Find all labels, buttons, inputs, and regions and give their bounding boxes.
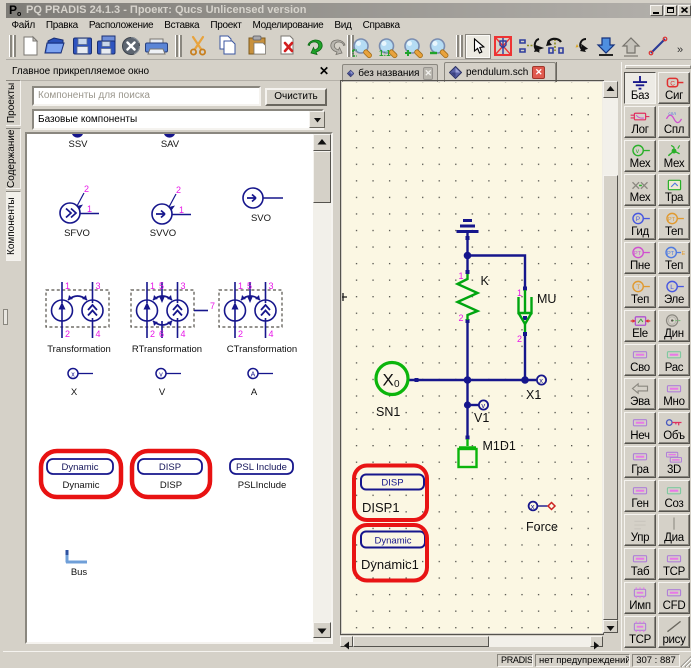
svg-text:5: 5 <box>159 281 164 291</box>
svg-text:4: 4 <box>269 329 274 339</box>
svg-text:X1: X1 <box>526 388 541 402</box>
svg-text:2: 2 <box>65 329 70 339</box>
svg-text:7: 7 <box>210 301 215 311</box>
svg-text:DISP: DISP <box>160 480 182 491</box>
svg-text:1: 1 <box>87 204 92 214</box>
svg-text:DISP: DISP <box>159 462 181 473</box>
svg-text:SVO: SVO <box>251 213 271 224</box>
svg-text:x: x <box>539 376 543 385</box>
svg-text:Force: Force <box>526 520 558 534</box>
svg-text:PSLInclude: PSLInclude <box>238 480 287 491</box>
svg-text:4: 4 <box>181 329 186 339</box>
svg-text:»: » <box>677 44 683 56</box>
svg-text:1: 1 <box>459 271 464 281</box>
svg-text:1: 1 <box>150 281 155 291</box>
svg-text:SSV: SSV <box>68 139 88 150</box>
svg-text:v: v <box>481 401 485 410</box>
svg-text:RTransformation: RTransformation <box>132 344 202 355</box>
svg-text:X: X <box>71 387 78 398</box>
svg-text:A: A <box>251 387 258 398</box>
svg-text:DISP: DISP <box>381 478 403 489</box>
svg-text:6: 6 <box>159 329 164 339</box>
svg-text:MU: MU <box>537 292 556 306</box>
svg-text:3: 3 <box>96 281 101 291</box>
svg-text:A: A <box>251 371 256 378</box>
svg-text:SFVO: SFVO <box>64 228 90 239</box>
svg-text:SN1: SN1 <box>376 405 400 419</box>
svg-text:2: 2 <box>517 334 522 344</box>
svg-text:1: 1 <box>517 288 522 298</box>
svg-text:X: X <box>383 371 394 390</box>
svg-text:Transformation: Transformation <box>47 344 111 355</box>
svg-text:2: 2 <box>150 329 155 339</box>
svg-text:x: x <box>531 502 535 511</box>
svg-text:3: 3 <box>181 281 186 291</box>
svg-text:SVVO: SVVO <box>150 228 176 239</box>
svg-text:M1D1: M1D1 <box>483 439 516 453</box>
svg-text:CTransformation: CTransformation <box>227 344 297 355</box>
svg-text:5: 5 <box>247 281 252 291</box>
svg-text:Dynamic: Dynamic <box>62 462 99 473</box>
svg-text:K: K <box>481 274 490 288</box>
svg-text:1: 1 <box>65 281 70 291</box>
svg-text:2: 2 <box>238 329 243 339</box>
svg-text:2: 2 <box>176 185 181 195</box>
svg-text:1: 1 <box>179 205 184 215</box>
svg-text:Bus: Bus <box>71 567 88 578</box>
svg-text:2: 2 <box>84 184 89 194</box>
svg-text:1:1: 1:1 <box>379 49 391 58</box>
svg-text:V: V <box>159 387 166 398</box>
svg-text:SAV: SAV <box>161 139 180 150</box>
svg-text:PSL Include: PSL Include <box>236 462 287 473</box>
svg-text:x: x <box>71 371 75 378</box>
svg-text:V1: V1 <box>474 411 489 425</box>
svg-text:1: 1 <box>238 281 243 291</box>
svg-text:0: 0 <box>394 379 400 390</box>
svg-text:Dynamic1: Dynamic1 <box>361 557 419 572</box>
svg-text:Dynamic: Dynamic <box>375 536 412 547</box>
svg-text:DISP1: DISP1 <box>362 500 400 515</box>
svg-text:v: v <box>159 371 163 378</box>
svg-text:3: 3 <box>269 281 274 291</box>
svg-text:4: 4 <box>96 329 101 339</box>
svg-text:2: 2 <box>459 313 464 323</box>
svg-text:Dynamic: Dynamic <box>63 480 100 491</box>
